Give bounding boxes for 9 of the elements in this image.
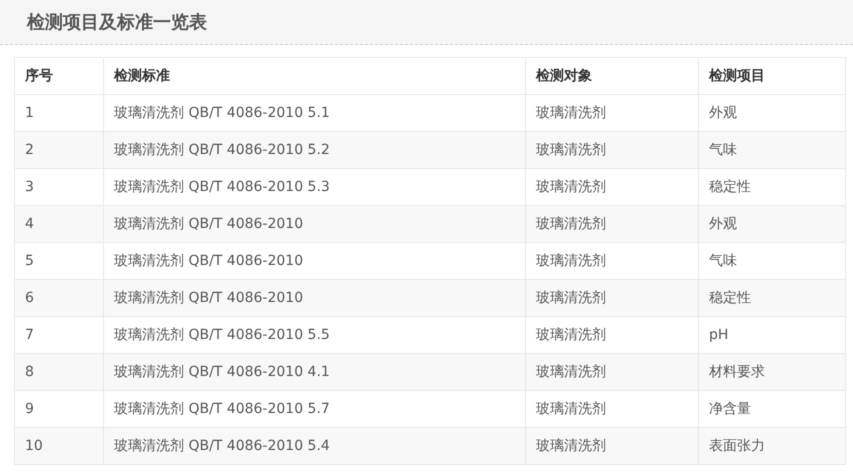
column-header: 检测对象 <box>526 58 698 94</box>
page-title: 检测项目及标准一览表 <box>27 11 207 34</box>
column-header: 检测项目 <box>698 58 846 94</box>
table-cell: 玻璃清洗剂 QB/T 4086-2010 5.4 <box>104 428 526 464</box>
table-cell: 表面张力 <box>698 428 846 464</box>
column-header: 检测标准 <box>104 58 526 94</box>
column-header: 序号 <box>14 58 104 94</box>
table-cell: 玻璃清洗剂 <box>526 428 698 464</box>
table-cell: 10 <box>14 428 104 464</box>
